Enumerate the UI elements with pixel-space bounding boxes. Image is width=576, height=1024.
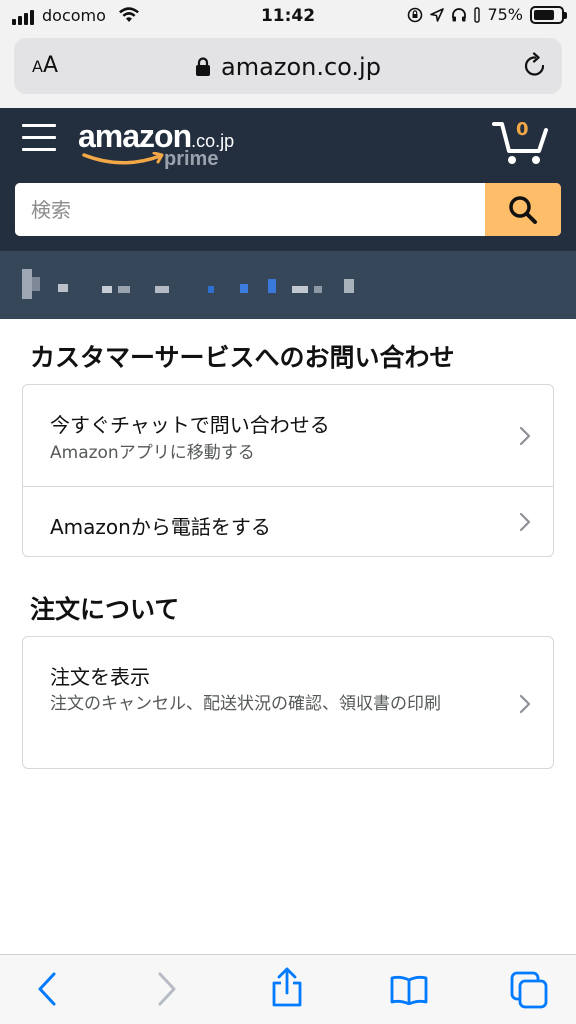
orientation-lock-icon (408, 7, 423, 22)
search-input[interactable] (15, 183, 485, 236)
section-title-customer-service: カスタマーサービスへのお問い合わせ (30, 343, 455, 372)
search-icon (509, 195, 537, 224)
row-title: 今すぐチャットで問い合わせる (50, 413, 330, 437)
search-button[interactable] (485, 183, 561, 236)
back-icon[interactable] (36, 971, 58, 1007)
row-title: 注文を表示 (50, 665, 150, 689)
chevron-right-icon (519, 512, 531, 532)
lock-icon (196, 57, 211, 76)
alarm-icon (474, 6, 481, 23)
amazon-logo[interactable]: amazon.co.jp prime (78, 118, 234, 170)
bookmarks-icon[interactable] (390, 975, 428, 1005)
section-title-orders: 注文について (30, 595, 180, 624)
row-title: Amazonから電話をする (50, 515, 271, 539)
row-subtitle: 注文のキャンセル、配送状況の確認、領収書の印刷 (50, 694, 441, 714)
logo-smile (82, 152, 164, 165)
url-field[interactable]: AA amazon.co.jp (14, 38, 562, 94)
view-orders-row[interactable]: 注文を表示 注文のキャンセル、配送状況の確認、領収書の印刷 (23, 637, 553, 768)
cart-count: 0 (516, 119, 529, 140)
forward-icon[interactable] (156, 971, 178, 1007)
reload-icon[interactable] (522, 52, 548, 80)
share-icon[interactable] (270, 967, 304, 1007)
tabs-icon[interactable] (510, 971, 550, 1009)
phone-support-row[interactable]: Amazonから電話をする (23, 487, 553, 556)
battery-percent: 75% (487, 5, 523, 24)
customer-service-card: 今すぐチャットで問い合わせる Amazonアプリに移動する Amazonから電話… (22, 384, 554, 557)
chat-support-row[interactable]: 今すぐチャットで問い合わせる Amazonアプリに移動する (23, 385, 553, 487)
row-subtitle: Amazonアプリに移動する (50, 443, 255, 463)
browser-address-bar: AA amazon.co.jp (0, 34, 576, 108)
location-icon (430, 7, 445, 22)
chevron-right-icon (519, 694, 531, 714)
status-bar: docomo 11:42 75% (0, 0, 576, 34)
delivery-address-bar[interactable] (0, 251, 576, 319)
browser-toolbar (0, 954, 576, 1024)
hamburger-icon[interactable] (22, 124, 56, 154)
orders-card: 注文を表示 注文のキャンセル、配送状況の確認、領収書の印刷 (22, 636, 554, 769)
url-text: amazon.co.jp (221, 53, 381, 81)
battery-icon (530, 5, 567, 24)
chevron-right-icon (519, 426, 531, 446)
headphones-icon (452, 7, 467, 21)
search-bar (15, 183, 561, 236)
